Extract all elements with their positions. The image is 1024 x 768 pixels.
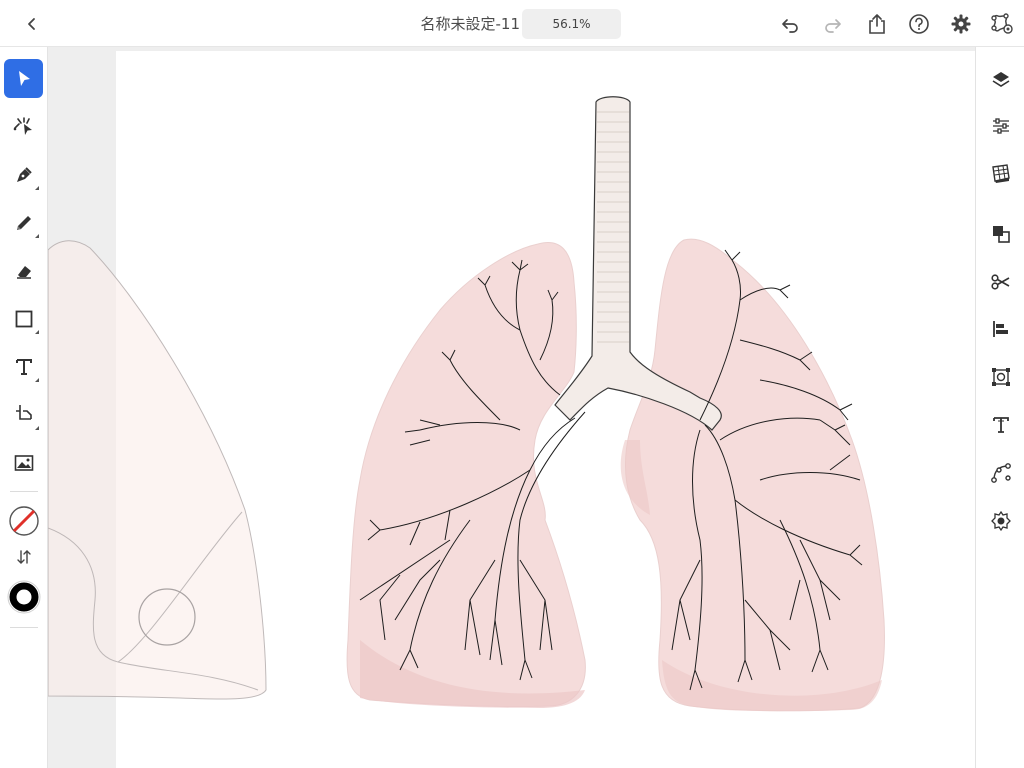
submenu-indicator: [35, 186, 39, 190]
libraries-button[interactable]: [984, 157, 1017, 190]
sliders-icon: [992, 117, 1009, 134]
redo-icon: [825, 19, 841, 33]
left-toolbar: [0, 47, 48, 768]
transform-icon: [15, 404, 32, 420]
transform-tool[interactable]: [4, 395, 43, 434]
top-bar: 名称未設定-11 56.1%: [0, 0, 1024, 47]
fill-none-icon: [8, 505, 39, 536]
image-icon: [14, 454, 33, 471]
undo-icon: [782, 19, 798, 33]
artwork: [48, 96, 885, 712]
arrange-icon: [992, 225, 1010, 243]
stroke-color-icon: [7, 580, 40, 613]
transform-panel-button[interactable]: [984, 360, 1017, 393]
path-button[interactable]: [984, 456, 1017, 489]
layers-button[interactable]: [984, 62, 1017, 95]
align-button[interactable]: [984, 312, 1017, 345]
right-panel: [975, 47, 1024, 768]
submenu-indicator: [35, 426, 39, 430]
swap-arrows-icon: [16, 550, 31, 564]
direct-selection-tool[interactable]: [4, 107, 43, 146]
pen-nib-icon: [16, 166, 32, 182]
symbol-icon: [990, 510, 1011, 531]
toolbar-divider: [10, 627, 38, 628]
canvas-area[interactable]: [48, 47, 975, 768]
fill-swatch[interactable]: [4, 501, 43, 540]
submenu-indicator: [35, 330, 39, 334]
transform-box-icon: [991, 367, 1010, 386]
direct-select-icon: [13, 116, 32, 135]
share-button[interactable]: [862, 9, 892, 39]
arrange-button[interactable]: [984, 217, 1017, 250]
align-left-icon: [992, 320, 1008, 337]
submenu-indicator: [35, 234, 39, 238]
type-icon: [992, 416, 1009, 433]
pencil-icon: [16, 215, 31, 230]
properties-button[interactable]: [984, 109, 1017, 142]
right-lung: [624, 238, 885, 712]
pen-tool[interactable]: [4, 155, 43, 194]
type-t-icon: [15, 358, 32, 375]
toolbar-divider: [10, 491, 38, 492]
rectangle-icon: [15, 310, 32, 327]
scissors-icon: [990, 273, 1009, 290]
stroke-swatch[interactable]: [4, 577, 43, 616]
place-image-tool[interactable]: [4, 443, 43, 482]
redo-button[interactable]: [818, 9, 848, 39]
path-curve-icon: [990, 462, 1011, 483]
type-properties-button[interactable]: [984, 408, 1017, 441]
pencil-tool[interactable]: [4, 203, 43, 242]
lungs-illustration: [346, 96, 885, 712]
livestream-icon: [991, 13, 1013, 34]
type-tool[interactable]: [4, 347, 43, 386]
share-icon: [869, 14, 885, 34]
swap-fill-stroke-button[interactable]: [4, 543, 43, 571]
help-button[interactable]: [904, 9, 934, 39]
gear-icon: [951, 14, 971, 34]
eraser-tool[interactable]: [4, 251, 43, 290]
document-title[interactable]: 名称未設定-11: [380, 13, 520, 34]
symbols-button[interactable]: [984, 504, 1017, 537]
settings-button[interactable]: [946, 9, 976, 39]
eraser-icon: [16, 265, 31, 279]
arrow-cursor-icon: [18, 70, 30, 86]
chevron-left-icon: [28, 18, 35, 30]
submenu-indicator: [35, 378, 39, 382]
livestream-button[interactable]: [987, 9, 1017, 39]
layers-icon: [992, 71, 1009, 87]
undo-button[interactable]: [775, 9, 805, 39]
help-icon: [909, 14, 929, 34]
swatches-grid-icon: [991, 163, 1010, 183]
selection-tool[interactable]: [4, 59, 43, 98]
zoom-level[interactable]: 56.1%: [522, 9, 621, 39]
shape-tool[interactable]: [4, 299, 43, 338]
back-button[interactable]: [17, 9, 47, 39]
enlarged-lung-fragment: [48, 240, 267, 700]
pathfinder-button[interactable]: [984, 265, 1017, 298]
